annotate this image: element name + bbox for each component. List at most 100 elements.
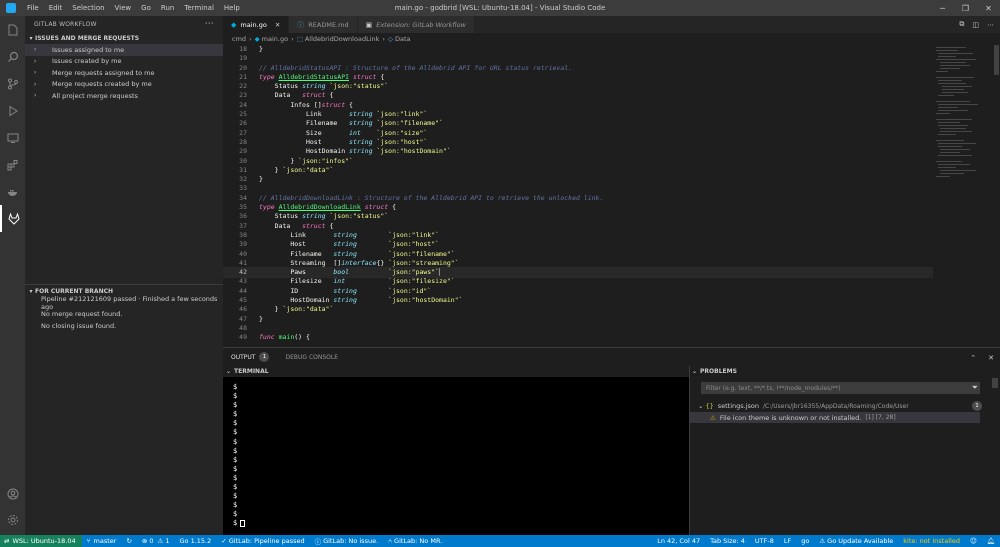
line-number: 47 [239, 314, 247, 323]
cursor-position[interactable]: Ln 42, Col 47 [652, 537, 705, 545]
gitlab-mr-indicator[interactable]: ⑃ GitLab: No MR. [383, 537, 447, 545]
source-control-icon[interactable] [0, 70, 25, 97]
gitlab-icon[interactable] [0, 205, 25, 232]
tab-label: README.md [308, 20, 349, 29]
line-number: 28 [239, 137, 247, 146]
terminal-prompt: $ [233, 401, 238, 410]
tree-item-mrs-created[interactable]: › Merge requests created by me [25, 79, 223, 91]
language-mode[interactable]: go [796, 537, 814, 545]
tab-size[interactable]: Tab Size: 4 [705, 537, 750, 545]
line-number: 34 [239, 193, 247, 202]
restore-icon[interactable]: ❐ [954, 0, 977, 16]
sync-indicator[interactable]: ↻ [121, 537, 136, 545]
menu-run[interactable]: Run [156, 4, 179, 12]
line-number: 45 [239, 296, 247, 305]
line-number: 21 [239, 72, 247, 81]
warning-icon: ⚠ [819, 537, 826, 545]
feedback-icon[interactable]: ☺ [965, 537, 982, 545]
explorer-icon[interactable] [0, 16, 25, 43]
encoding[interactable]: UTF-8 [750, 537, 779, 545]
kite-indicator[interactable]: kite: not installed [898, 537, 965, 545]
tab-label: OUTPUT [231, 353, 256, 361]
menu-view[interactable]: View [110, 4, 137, 12]
editor-scrollbar[interactable] [993, 45, 1000, 347]
problems-header[interactable]: ⌄ PROBLEMS [690, 366, 1000, 377]
git-branch-icon: ⑂ [86, 537, 91, 545]
section-title: ISSUES AND MERGE REQUESTS [35, 34, 140, 42]
terminal-prompt: $ [233, 473, 238, 482]
tab-label: main.go [240, 20, 267, 29]
panel-actions: ⌃ ✕ [970, 348, 994, 367]
end-of-line[interactable]: LF [779, 537, 796, 545]
tree-item-label: Issues created by me [52, 57, 122, 66]
pipeline-status-item[interactable]: Pipeline #212121609 passed · Finished a … [25, 295, 223, 311]
more-actions-icon[interactable]: ⋯ [205, 19, 214, 29]
open-changes-icon[interactable]: ⧉ [959, 20, 964, 29]
tree-item-issues-created[interactable]: › Issues created by me [25, 56, 223, 68]
go-update-indicator[interactable]: ⚠ Go Update Available [814, 537, 898, 545]
chevron-right-icon: › [382, 35, 385, 43]
line-number: 24 [239, 100, 247, 109]
menu-file[interactable]: File [22, 4, 44, 12]
filter-icon[interactable]: ⏷ [972, 383, 978, 393]
scrollbar-thumb[interactable] [994, 45, 999, 75]
problem-file-row[interactable]: ⌄ {} settings.json /C:/Users/jbr16355/Ap… [698, 401, 982, 411]
maximize-panel-icon[interactable]: ⌃ [970, 354, 976, 362]
problem-warning-row[interactable]: ⚠ File icon theme is unknown or not inst… [690, 412, 980, 423]
line-number: 29 [239, 147, 247, 156]
account-icon[interactable] [0, 484, 25, 504]
branch-indicator[interactable]: ⑂ master [82, 537, 122, 545]
minimize-icon[interactable]: ─ [931, 0, 954, 16]
chevron-right-icon: › [34, 57, 37, 65]
tab-debug-console[interactable]: DEBUG CONSOLE [277, 348, 346, 367]
menu-selection[interactable]: Selection [67, 4, 109, 12]
window-controls: ─ ❐ ✕ [931, 0, 1000, 16]
menu-edit[interactable]: Edit [44, 4, 68, 12]
gitlab-issue-indicator[interactable]: ⓘ GitLab: No issue. [310, 536, 384, 546]
tree-item-all-project-mrs[interactable]: › All project merge requests [25, 90, 223, 102]
terminal-prompt: $ [233, 437, 238, 446]
close-panel-icon[interactable]: ✕ [988, 354, 994, 362]
problems-filter-input[interactable]: Filter (e.g. text, **/*.ts, !**/node_mod… [701, 382, 980, 394]
tab-output[interactable]: OUTPUT 1 [223, 348, 277, 367]
breadcrumb-file[interactable]: main.go [262, 35, 288, 43]
close-tab-icon[interactable]: ✕ [275, 21, 280, 29]
terminal[interactable]: $ $ $ $ $ $ $ $ $ $ $ $ $ $ $ $ [223, 377, 689, 535]
notifications-bell-icon[interactable]: 🔔︎ [982, 537, 1000, 545]
gitlab-pipeline-indicator[interactable]: ✓ GitLab: Pipeline passed [216, 537, 309, 545]
minimap[interactable] [933, 45, 993, 347]
docker-icon[interactable] [0, 178, 25, 205]
section-issues-and-mrs-header[interactable]: ▾ ISSUES AND MERGE REQUESTS [25, 32, 223, 44]
more-actions-icon[interactable]: ⋯ [987, 21, 994, 29]
terminal-prompt: $ [233, 446, 238, 455]
extensions-icon[interactable] [0, 151, 25, 178]
settings-gear-icon[interactable] [0, 510, 25, 530]
line-number: 40 [239, 249, 247, 258]
code-editor[interactable]: 18} 19 20// AlldebridStatusAPI : Structu… [223, 45, 933, 347]
breadcrumb-symbol[interactable]: AlldebridDownloadLink [305, 35, 380, 43]
remote-indicator[interactable]: ⇄ WSL: Ubuntu-18.04 [0, 535, 82, 547]
tab-extension-gitlab[interactable]: ▣ Extension: GitLab Workflow [357, 16, 475, 33]
run-debug-icon[interactable] [0, 97, 25, 124]
close-window-icon[interactable]: ✕ [977, 0, 1000, 16]
menu-terminal[interactable]: Terminal [179, 4, 219, 12]
split-editor-icon[interactable]: ◫ [972, 21, 979, 29]
closing-issue-status-item[interactable]: No closing issue found. [25, 320, 223, 332]
search-icon[interactable] [0, 43, 25, 70]
tab-readme[interactable]: ⓘ README.md [289, 16, 358, 33]
tree-item-mrs-assigned[interactable]: › Merge requests assigned to me [25, 67, 223, 79]
line-number: 20 [239, 63, 247, 72]
tab-main-go[interactable]: ◆ main.go ✕ [223, 16, 290, 33]
terminal-header[interactable]: ⌄ TERMINAL [223, 366, 689, 377]
tree-item-issues-assigned[interactable]: › Issues assigned to me [25, 44, 223, 56]
remote-explorer-icon[interactable] [0, 124, 25, 151]
breadcrumb-folder[interactable]: cmd [232, 35, 246, 43]
problems-indicator[interactable]: ⊗ 0 ⚠ 1 [137, 537, 175, 545]
line-number: 49 [239, 333, 247, 342]
menu-help[interactable]: Help [219, 4, 245, 12]
menu-go[interactable]: Go [136, 4, 156, 12]
breadcrumb-field[interactable]: Data [395, 35, 411, 43]
line-number: 38 [239, 230, 247, 239]
problems-scrollbar[interactable] [992, 378, 998, 388]
go-version-indicator[interactable]: Go 1.15.2 [174, 537, 216, 545]
